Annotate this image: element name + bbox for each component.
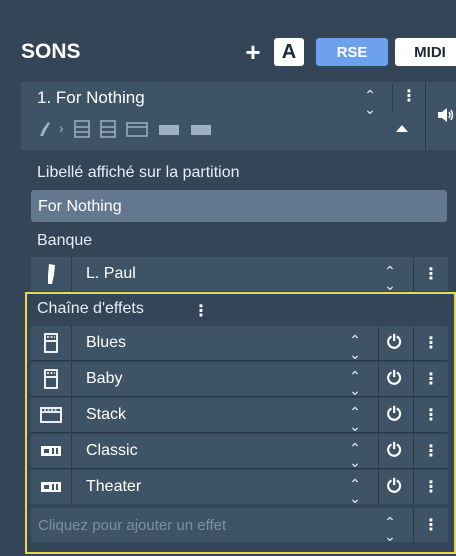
divider — [31, 432, 448, 433]
auto-button[interactable]: A — [274, 38, 304, 66]
effect-label: Blues — [86, 334, 127, 351]
divider — [378, 326, 379, 360]
bank-menu-icon[interactable]: ⋮ — [423, 264, 439, 284]
divider — [413, 508, 414, 542]
divider — [378, 398, 379, 432]
track-select-chevron-icon[interactable]: ⌃ ⌄ — [360, 88, 380, 116]
power-icon[interactable]: ⏻ — [387, 476, 401, 497]
effect-menu-icon[interactable]: ⋮ — [423, 477, 439, 497]
panel-title: SONS — [21, 40, 81, 63]
divider — [71, 398, 72, 432]
effect-label: Classic — [86, 442, 138, 459]
score-label-value: For Nothing — [38, 198, 122, 215]
divider — [71, 362, 72, 396]
divider — [413, 434, 414, 468]
effect-label: Theater — [86, 478, 142, 495]
divider — [31, 396, 448, 397]
effect-select-chevron-icon[interactable]: ⌃ ⌄ — [345, 477, 365, 505]
midi-tab[interactable]: MIDI — [395, 38, 456, 66]
effect-menu-icon[interactable]: ⋮ — [423, 405, 439, 425]
score-label-heading: Libellé affiché sur la partition — [37, 164, 240, 181]
track-chain-icons: › — [37, 120, 212, 141]
divider — [425, 82, 426, 150]
effect-select-chevron-icon[interactable]: ⌃ ⌄ — [345, 369, 365, 397]
amp-stack-icon — [73, 120, 90, 141]
divider — [71, 326, 72, 360]
divider — [31, 360, 448, 361]
rse-tab[interactable]: RSE — [316, 38, 388, 66]
add-effect-chevron-icon[interactable]: ⌃ ⌄ — [380, 515, 400, 543]
add-effect-placeholder: Cliquez pour ajouter un effet — [38, 517, 227, 534]
effect-menu-icon[interactable]: ⋮ — [423, 441, 439, 461]
power-icon[interactable]: ⏻ — [387, 404, 401, 425]
effect-label: Baby — [86, 370, 123, 387]
divider — [392, 84, 393, 112]
effect-menu-icon[interactable]: ⋮ — [423, 333, 439, 353]
divider — [71, 470, 72, 504]
divider — [71, 257, 72, 291]
divider — [378, 362, 379, 396]
speaker-icon[interactable] — [437, 107, 455, 128]
effects-menu-icon[interactable]: ⋮ — [193, 301, 209, 321]
divider — [378, 470, 379, 504]
divider — [378, 434, 379, 468]
amp-head-icon — [31, 362, 71, 396]
bank-value: L. Paul — [86, 265, 136, 282]
amp-head-icon — [31, 326, 71, 360]
guitar-icon — [37, 120, 55, 141]
pedal-icon — [31, 470, 71, 504]
effect-select-chevron-icon[interactable]: ⌃ ⌄ — [345, 333, 365, 361]
collapse-icon[interactable] — [396, 125, 408, 132]
divider — [413, 257, 414, 291]
power-icon[interactable]: ⏻ — [387, 440, 401, 461]
arrow-right-icon: › — [59, 120, 64, 136]
divider — [413, 398, 414, 432]
effect-select-chevron-icon[interactable]: ⌃ ⌄ — [345, 405, 365, 433]
power-icon[interactable]: ⏻ — [387, 332, 401, 353]
pedal-icon — [190, 120, 212, 141]
divider — [71, 434, 72, 468]
bank-heading: Banque — [37, 232, 93, 249]
divider — [413, 326, 414, 360]
bank-chevron-icon[interactable]: ⌃ ⌄ — [380, 264, 400, 292]
guitar-headstock-icon — [31, 257, 71, 291]
amp-stack-icon — [99, 120, 116, 141]
cabinet-icon — [125, 120, 148, 141]
pedal-icon — [158, 120, 180, 141]
effect-label: Stack — [86, 406, 127, 423]
cabinet-icon — [31, 398, 71, 432]
divider — [31, 468, 448, 469]
add-effect-menu-icon[interactable]: ⋮ — [423, 515, 439, 535]
pedal-icon — [31, 434, 71, 468]
divider — [413, 470, 414, 504]
effect-menu-icon[interactable]: ⋮ — [423, 369, 439, 389]
effect-select-chevron-icon[interactable]: ⌃ ⌄ — [345, 441, 365, 469]
track-name[interactable]: 1. For Nothing — [37, 88, 145, 108]
track-menu-icon[interactable]: ⋮ — [400, 86, 418, 106]
divider — [413, 362, 414, 396]
effects-heading: Chaîne d'effets — [37, 300, 144, 317]
power-icon[interactable]: ⏻ — [387, 368, 401, 389]
add-button[interactable]: + — [236, 37, 270, 67]
